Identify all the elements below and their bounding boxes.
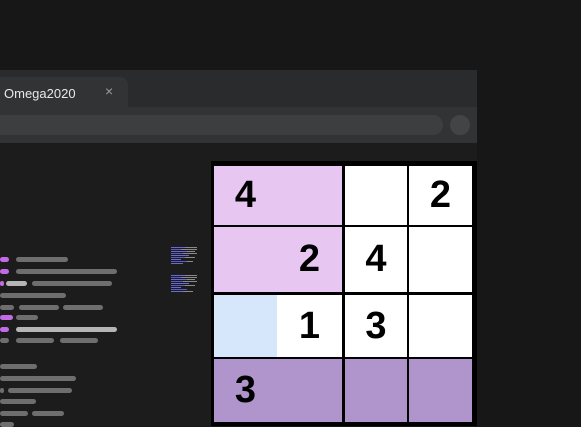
code-line <box>0 388 4 393</box>
sudoku-cell[interactable]: 3 <box>214 359 277 422</box>
code-line <box>19 305 59 310</box>
address-bar[interactable] <box>0 115 443 135</box>
code-line <box>6 281 27 286</box>
code-line <box>0 293 66 298</box>
code-line <box>0 269 9 274</box>
tab-title: Omega2020 <box>4 86 76 101</box>
tab-bar: Omega2020 × <box>0 70 477 107</box>
code-line <box>32 281 112 286</box>
code-line <box>32 411 64 416</box>
sudoku-cell[interactable] <box>214 227 277 292</box>
sudoku-cell[interactable]: 4 <box>214 166 277 225</box>
code-line <box>0 315 13 320</box>
sudoku-cell[interactable]: 4 <box>345 227 407 292</box>
code-editor <box>0 143 200 427</box>
sudoku-board: 4224133 <box>211 161 477 426</box>
code-line <box>16 269 117 274</box>
code-line <box>0 399 36 404</box>
code-line <box>8 388 72 393</box>
code-line <box>0 305 14 310</box>
code-line <box>0 411 28 416</box>
sudoku-cell[interactable]: 3 <box>345 295 407 357</box>
sudoku-cell[interactable]: 2 <box>277 227 342 292</box>
profile-icon[interactable] <box>450 115 470 135</box>
sudoku-cell[interactable]: 1 <box>277 295 342 357</box>
code-line <box>16 257 68 262</box>
sudoku-cell[interactable] <box>214 295 277 357</box>
sudoku-cell[interactable] <box>409 295 472 357</box>
code-line <box>16 327 117 332</box>
sudoku-cell[interactable] <box>409 227 472 292</box>
minimap[interactable] <box>171 243 199 297</box>
code-line <box>0 327 9 332</box>
sudoku-cell[interactable] <box>277 166 342 225</box>
code-line <box>0 422 14 427</box>
code-line <box>16 338 54 343</box>
code-line <box>0 257 9 262</box>
sudoku-cell[interactable] <box>277 359 342 422</box>
code-line <box>63 305 103 310</box>
sudoku-cell[interactable] <box>409 359 472 422</box>
code-line <box>0 376 76 381</box>
code-line <box>60 338 98 343</box>
sudoku-cell[interactable]: 2 <box>409 166 472 225</box>
browser-toolbar <box>0 107 477 143</box>
code-line <box>0 364 37 369</box>
code-line <box>0 338 9 343</box>
code-line <box>16 315 38 320</box>
close-icon[interactable]: × <box>105 84 117 98</box>
code-line <box>0 281 4 286</box>
sudoku-cell[interactable] <box>345 166 407 225</box>
tab-omega2020[interactable]: Omega2020 × <box>0 77 128 107</box>
sudoku-cell[interactable] <box>345 359 407 422</box>
